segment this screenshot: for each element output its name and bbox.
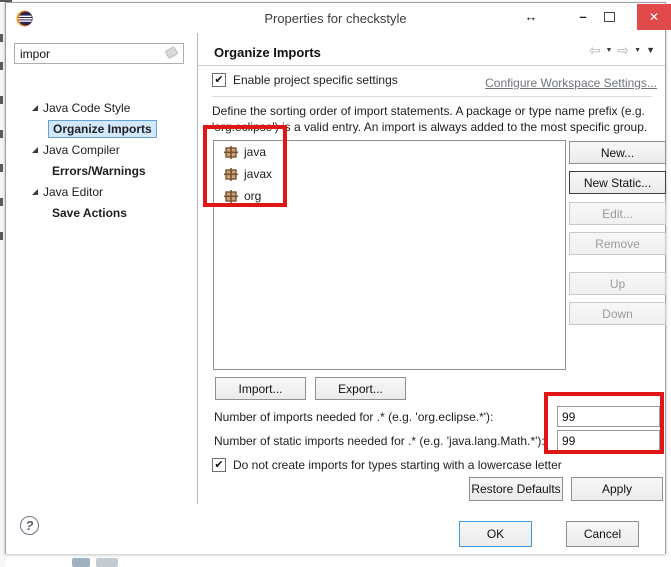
expand-arrow-icon[interactable] bbox=[30, 145, 40, 155]
sidebar-item-java-code-style[interactable]: Java Code Style bbox=[30, 97, 130, 118]
properties-dialog: Properties for checkstyle ↔ – ✕ Java Cod… bbox=[5, 2, 666, 554]
divider bbox=[198, 65, 665, 66]
close-icon[interactable]: ✕ bbox=[637, 4, 671, 30]
back-arrow-icon[interactable]: ⇦ bbox=[589, 43, 601, 57]
up-button[interactable]: Up bbox=[569, 272, 666, 295]
package-icon bbox=[224, 190, 238, 203]
restore-defaults-button[interactable]: Restore Defaults bbox=[469, 477, 563, 501]
background-window-fragment bbox=[72, 558, 90, 567]
import-order-list[interactable]: java javax org bbox=[213, 140, 566, 370]
sidebar-item-java-editor[interactable]: Java Editor bbox=[30, 181, 103, 202]
restore-size-icon[interactable]: ↔ bbox=[521, 9, 541, 24]
forward-dropdown-icon[interactable]: ▼ bbox=[634, 47, 641, 54]
organize-imports-panel: Organize Imports ⇦ ▼ ⇨ ▼ ▼ ✔ Enable proj… bbox=[198, 33, 665, 504]
divider bbox=[212, 96, 652, 97]
list-item[interactable]: javax bbox=[214, 163, 565, 185]
list-item[interactable]: org bbox=[214, 185, 565, 207]
import-group-label[interactable]: org bbox=[244, 189, 261, 203]
static-imports-needed-field[interactable] bbox=[557, 430, 660, 451]
remove-button[interactable]: Remove bbox=[569, 232, 666, 255]
static-imports-needed-label: Number of static imports needed for .* (… bbox=[214, 434, 545, 448]
maximize-icon[interactable] bbox=[604, 12, 615, 22]
tree-item-label[interactable]: Save Actions bbox=[52, 206, 127, 220]
new-button[interactable]: New... bbox=[569, 141, 666, 164]
list-item[interactable]: java bbox=[214, 141, 565, 163]
tree-item-label[interactable]: Java Editor bbox=[43, 185, 103, 199]
sidebar-item-save-actions[interactable]: Save Actions bbox=[52, 202, 127, 223]
sidebar: Java Code Style Organize Imports Java Co… bbox=[6, 33, 197, 504]
export-button[interactable]: Export... bbox=[315, 377, 406, 400]
background-window-fragment bbox=[96, 558, 118, 567]
sidebar-item-organize-imports[interactable]: Organize Imports bbox=[48, 118, 157, 139]
window-title: Properties for checkstyle bbox=[6, 11, 665, 26]
new-static-button[interactable]: New Static... bbox=[569, 171, 666, 194]
title-bar[interactable]: Properties for checkstyle ↔ – ✕ bbox=[6, 3, 665, 33]
view-menu-icon[interactable]: ▼ bbox=[646, 45, 655, 55]
import-group-label[interactable]: javax bbox=[244, 167, 272, 181]
page-nav: ⇦ ▼ ⇨ ▼ ▼ bbox=[589, 43, 655, 57]
package-icon bbox=[224, 146, 238, 159]
page-title: Organize Imports bbox=[214, 45, 321, 60]
footer-bar: ? OK Cancel bbox=[6, 504, 665, 554]
tree-item-label[interactable]: Organize Imports bbox=[48, 120, 157, 138]
tree-item-label[interactable]: Java Compiler bbox=[43, 143, 120, 157]
import-button[interactable]: Import... bbox=[215, 377, 306, 400]
imports-needed-label: Number of imports needed for .* (e.g. 'o… bbox=[214, 410, 493, 424]
package-icon bbox=[224, 168, 238, 181]
ok-button[interactable]: OK bbox=[459, 521, 532, 547]
edit-button[interactable]: Edit... bbox=[569, 202, 666, 225]
minimize-icon[interactable]: – bbox=[573, 9, 593, 24]
imports-needed-field[interactable] bbox=[557, 406, 660, 427]
lowercase-types-checkbox[interactable]: ✔ bbox=[212, 458, 226, 472]
enable-project-settings-row: ✔ Enable project specific settings bbox=[212, 73, 398, 87]
description-text: Define the sorting order of import state… bbox=[212, 103, 664, 135]
expand-arrow-icon[interactable] bbox=[30, 187, 40, 197]
help-icon[interactable]: ? bbox=[20, 516, 39, 535]
lowercase-types-row: ✔ Do not create imports for types starti… bbox=[212, 458, 562, 472]
forward-arrow-icon[interactable]: ⇨ bbox=[617, 43, 629, 57]
apply-button[interactable]: Apply bbox=[571, 477, 663, 501]
back-dropdown-icon[interactable]: ▼ bbox=[605, 47, 612, 54]
tree-item-label[interactable]: Errors/Warnings bbox=[52, 164, 146, 178]
down-button[interactable]: Down bbox=[569, 302, 666, 325]
configure-workspace-settings-link[interactable]: Configure Workspace Settings... bbox=[485, 76, 657, 90]
sidebar-item-java-compiler[interactable]: Java Compiler bbox=[30, 139, 120, 160]
tree-item-label[interactable]: Java Code Style bbox=[43, 101, 130, 115]
sidebar-item-errors-warnings[interactable]: Errors/Warnings bbox=[52, 160, 146, 181]
enable-project-settings-checkbox[interactable]: ✔ bbox=[212, 73, 226, 87]
enable-project-settings-label: Enable project specific settings bbox=[233, 73, 398, 87]
lowercase-types-label: Do not create imports for types starting… bbox=[233, 458, 562, 472]
expand-arrow-icon[interactable] bbox=[30, 103, 40, 113]
cancel-button[interactable]: Cancel bbox=[566, 521, 639, 547]
filter-input[interactable] bbox=[14, 43, 184, 64]
import-group-label[interactable]: java bbox=[244, 145, 266, 159]
